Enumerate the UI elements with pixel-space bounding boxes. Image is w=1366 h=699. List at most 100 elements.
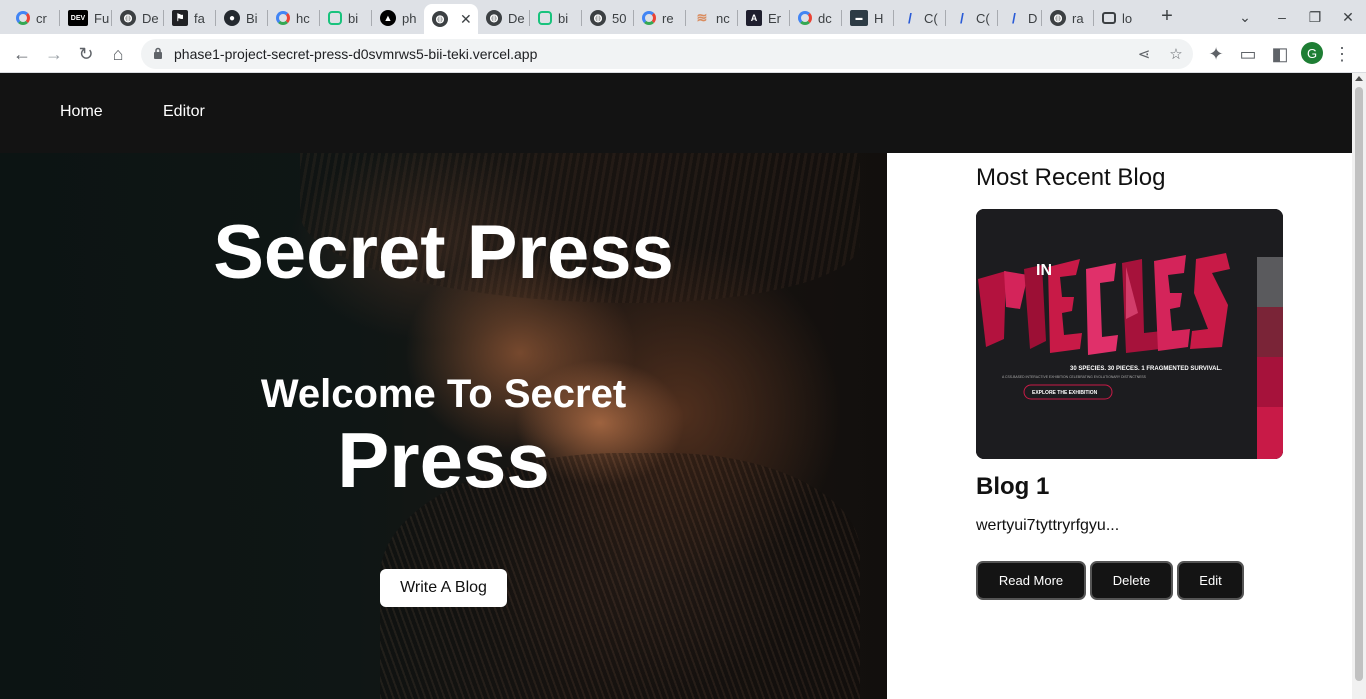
browser-tab[interactable]: / C( [946, 4, 998, 32]
browser-tab[interactable]: bi [530, 4, 582, 32]
write-blog-button[interactable]: Write A Blog [380, 569, 507, 607]
browser-tab-active[interactable]: ◍ ✕ [424, 4, 478, 34]
browser-tab[interactable]: hc [268, 4, 320, 32]
browser-tab[interactable]: ◍ De [112, 4, 164, 32]
dev-icon: DEV [68, 10, 88, 26]
blog-cover-image[interactable]: IN 30 SPECIES. 30 PIECES. 1 FRAGMENTED S… [976, 209, 1283, 459]
bookmark-star-icon[interactable]: ☆ [1166, 44, 1186, 64]
share-icon[interactable]: ⋖ [1134, 44, 1154, 64]
address-bar[interactable]: phase1-project-secret-press-d0svmrws5-bi… [141, 39, 1193, 69]
browser-tab-title: cr [36, 10, 47, 26]
hero-press-text: Press [337, 416, 550, 504]
browser-tab-title: bi [558, 10, 569, 26]
google-icon [16, 11, 30, 25]
window-close-icon[interactable]: ✕ [1336, 6, 1360, 28]
browser-tab-title: ra [1072, 10, 1084, 26]
hd-icon: ▬ [850, 10, 868, 26]
vercel-icon: ▲ [380, 10, 396, 26]
in-pieces-artwork: IN 30 SPECIES. 30 PIECES. 1 FRAGMENTED S… [976, 209, 1283, 459]
browser-tab-title: bi [348, 10, 359, 26]
home-icon[interactable]: ⌂ [106, 42, 130, 66]
browser-tab[interactable]: ◍ De [478, 4, 530, 32]
browser-tab[interactable]: ◍ 50 [582, 4, 634, 32]
blue-slash-icon: / [908, 10, 912, 26]
angular-icon: A [746, 10, 762, 26]
browser-tab[interactable]: ▬ H [842, 4, 894, 32]
scrollbar-thumb[interactable] [1355, 87, 1363, 681]
browser-tab[interactable]: cr [8, 4, 60, 32]
page-viewport: Home Editor Secret Press Welcome To Secr… [0, 73, 1352, 699]
side-panel-icon[interactable]: ◧ [1268, 42, 1292, 66]
browser-tab[interactable]: ◍ ra [1042, 4, 1094, 32]
browser-tab-title: Fu [94, 10, 110, 26]
artwork-logo-top: IN [1036, 262, 1052, 279]
netlify-icon: ≋ [696, 10, 708, 25]
google-icon [642, 11, 656, 25]
hero-title: Secret Press [213, 210, 674, 295]
recent-blog-heading: Most Recent Blog [976, 164, 1166, 191]
profile-avatar[interactable]: G [1301, 42, 1323, 64]
github-icon: ● [224, 10, 240, 26]
minimize-icon[interactable]: – [1270, 6, 1294, 28]
browser-tab-title: C( [924, 10, 938, 26]
browser-tab[interactable]: ⚑ fa [164, 4, 216, 32]
browser-tab[interactable]: ≋ nc [686, 4, 738, 32]
robot-icon [1102, 12, 1116, 24]
delete-button[interactable]: Delete [1090, 561, 1173, 600]
browser-tab[interactable]: dc [790, 4, 842, 32]
blog-title: Blog 1 [976, 473, 1050, 500]
lock-icon [154, 47, 162, 59]
browser-tab[interactable]: DEV Fu [60, 4, 112, 32]
restore-icon[interactable]: ❐ [1303, 6, 1327, 28]
browser-tab-title: H [874, 10, 884, 26]
hero-section: Secret Press Welcome To Secret Press Wri… [0, 153, 887, 699]
globe-icon: ◍ [486, 10, 502, 26]
browser-tab[interactable]: bi [320, 4, 372, 32]
browser-tab[interactable]: / C( [894, 4, 946, 32]
scroll-up-arrow-icon[interactable] [1355, 76, 1363, 81]
nav-link-home[interactable]: Home [60, 103, 103, 121]
back-icon[interactable]: ← [10, 42, 34, 66]
chatgpt-icon [328, 11, 342, 25]
browser-tab-title: Bi [246, 10, 258, 26]
menu-kebab-icon[interactable]: ⋮ [1330, 42, 1354, 66]
browser-tab-title: Er [768, 10, 781, 26]
site-navbar: Home Editor [0, 73, 1352, 153]
cast-icon[interactable]: ▭ [1236, 42, 1260, 66]
globe-icon: ◍ [432, 11, 448, 27]
browser-tab-title: ph [402, 10, 417, 26]
blue-slash-icon: / [960, 10, 964, 26]
new-tab-icon[interactable]: + [1156, 5, 1178, 27]
browser-tab-title: C( [976, 10, 990, 26]
browser-tab[interactable]: ● Bi [216, 4, 268, 32]
artwork-subtagline: A CSS-BASED INTERACTIVE EXHIBITION CELEB… [1002, 375, 1147, 379]
extensions-icon[interactable]: ✦ [1204, 42, 1228, 66]
browser-tab[interactable]: ▲ ph [372, 4, 424, 32]
browser-tab[interactable]: re [634, 4, 686, 32]
blog-excerpt: wertyui7tyttryrfgyu... [976, 517, 1120, 534]
hero-welcome-text: Welcome To Secret [260, 372, 627, 416]
edit-button[interactable]: Edit [1177, 561, 1244, 600]
blue-slash-icon: / [1012, 10, 1016, 26]
browser-tab-title: re [662, 10, 674, 26]
close-icon[interactable]: ✕ [460, 11, 472, 28]
browser-tab[interactable]: lo [1094, 4, 1146, 32]
nav-link-editor[interactable]: Editor [163, 103, 205, 121]
google-icon [798, 11, 812, 25]
browser-tab-title: hc [296, 10, 310, 26]
page-scrollbar[interactable] [1352, 73, 1366, 699]
forward-icon[interactable]: → [42, 42, 66, 66]
read-more-button[interactable]: Read More [976, 561, 1086, 600]
google-icon [276, 11, 290, 25]
tab-strip: cr DEV Fu ◍ De ⚑ fa ● Bi hc bi ▲ ph ◍ ✕ … [0, 0, 1366, 34]
url-text: phase1-project-secret-press-d0svmrws5-bi… [174, 46, 538, 62]
browser-tab[interactable]: A Er [738, 4, 790, 32]
browser-tab-title: fa [194, 10, 205, 26]
artwork-tagline: 30 SPECIES. 30 PIECES. 1 FRAGMENTED SURV… [1070, 366, 1222, 372]
browser-tab-title: De [508, 10, 525, 26]
reload-icon[interactable]: ↻ [74, 42, 98, 66]
tab-search-icon[interactable]: ⌄ [1233, 6, 1257, 28]
chatgpt-icon [538, 11, 552, 25]
flag-icon: ⚑ [172, 10, 188, 26]
globe-icon: ◍ [590, 10, 606, 26]
